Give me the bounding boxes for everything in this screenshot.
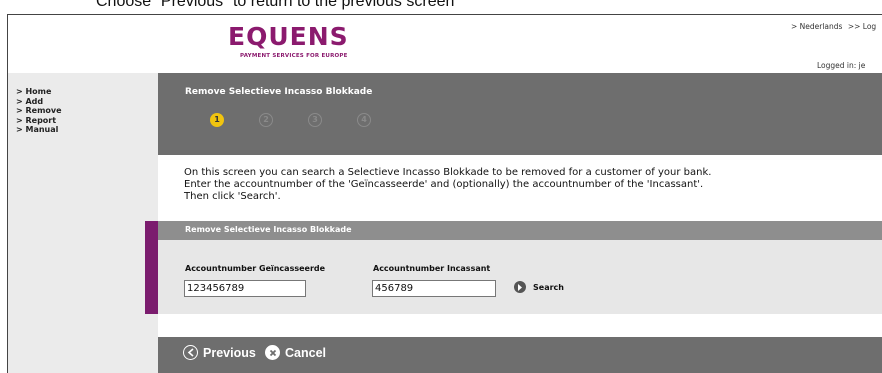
accent-bar: [145, 221, 158, 314]
equens-logo: EQUENS PAYMENT SERVICES FOR EUROPE: [228, 22, 388, 62]
footer-nav: Previous Cancel: [158, 337, 882, 373]
sidebar-item-add[interactable]: > Add: [16, 97, 158, 107]
close-icon: [265, 345, 280, 360]
search-button-label: Search: [533, 282, 564, 292]
sidebar-menu: > Home > Add > Remove > Report > Manual: [8, 73, 158, 135]
logo-tagline: PAYMENT SERVICES FOR EUROPE: [240, 53, 348, 59]
page-header: Remove Selectieve Incasso Blokkade 1 2 3…: [158, 73, 882, 155]
sidebar-item-remove[interactable]: > Remove: [16, 106, 158, 116]
search-panel-title: Remove Selectieve Incasso Blokkade: [185, 225, 352, 234]
top-links: > Nederlands >> Log: [791, 22, 879, 31]
logout-link[interactable]: >> Log: [848, 22, 876, 31]
search-panel-header: Remove Selectieve Incasso Blokkade: [158, 221, 882, 240]
search-button[interactable]: Search: [514, 280, 564, 294]
arrow-right-icon: [514, 281, 526, 293]
sidebar: > Home > Add > Remove > Report > Manual: [8, 73, 158, 373]
previous-button[interactable]: Previous: [183, 345, 256, 360]
language-link[interactable]: > Nederlands: [791, 22, 842, 31]
step-indicator-1: 1: [210, 113, 224, 127]
previous-button-label: Previous: [203, 345, 256, 360]
cancel-button[interactable]: Cancel: [265, 345, 326, 360]
search-panel: [158, 240, 882, 314]
step-indicator-3: 3: [308, 113, 322, 127]
chevron-left-icon: [183, 345, 198, 360]
step-indicator-4: 4: [357, 113, 371, 127]
step-indicator-2: 2: [259, 113, 273, 127]
page-title: Remove Selectieve Incasso Blokkade: [185, 87, 373, 97]
incassant-label: Accountnumber Incassant: [373, 264, 491, 273]
sidebar-item-report[interactable]: > Report: [16, 116, 158, 126]
intro-line: Then click 'Search'.: [184, 191, 281, 202]
intro-line: On this screen you can search a Selectie…: [184, 167, 712, 178]
geincasseerde-label: Accountnumber Geïncasseerde: [185, 264, 326, 273]
logged-in-status: Logged in: je: [817, 61, 866, 70]
sidebar-item-manual[interactable]: > Manual: [16, 125, 158, 135]
sidebar-item-home[interactable]: > Home: [16, 87, 158, 97]
intro-text: On this screen you can search a Selectie…: [184, 167, 711, 203]
incassant-account-input[interactable]: [372, 280, 496, 297]
logo-wordmark: EQUENS: [228, 22, 349, 51]
geincasseerde-account-input[interactable]: [184, 280, 306, 297]
intro-line: Enter the accountnumber of the 'Geïncass…: [184, 179, 704, 190]
cancel-button-label: Cancel: [285, 345, 326, 360]
instruction-caption: Choose “Previous” to return to the previ…: [96, 0, 455, 10]
